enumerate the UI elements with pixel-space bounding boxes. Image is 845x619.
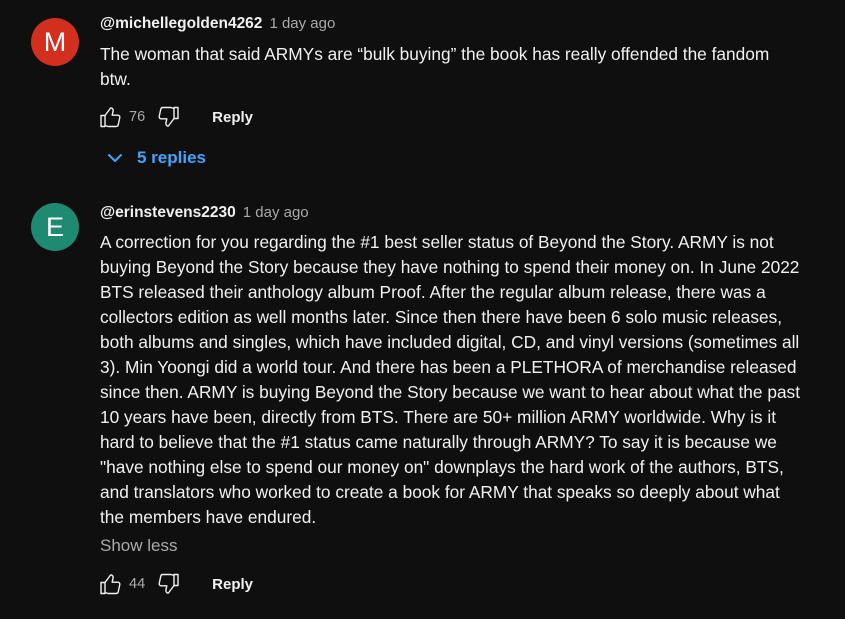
comment-text: The woman that said ARMYs are “bulk buyi… [100, 42, 830, 92]
dislike-button[interactable] [156, 104, 182, 130]
comment-text-line: btw. [100, 69, 131, 89]
comment-text-line: The woman that said ARMYs are “bulk buyi… [100, 44, 770, 64]
comment-text-line: buying Beyond the Story because they hav… [100, 257, 800, 277]
thumbs-down-icon [158, 573, 179, 594]
comment-text-line: and translators who worked to create a b… [100, 482, 780, 502]
timestamp[interactable]: 1 day ago [269, 15, 335, 32]
author-name[interactable]: @michellegolden4262 [100, 15, 262, 33]
thumbs-up-icon [100, 107, 121, 128]
dislike-button[interactable] [156, 571, 182, 597]
comment-text-line: A correction for you regarding the #1 be… [100, 232, 774, 252]
comment-text-line: collectors edition as well months later.… [100, 307, 783, 327]
comment-text-line: 10 years have been, directly from BTS. T… [100, 407, 777, 427]
like-button[interactable] [97, 571, 123, 597]
comment-text-line: 3). Min Yoongi did a world tour. And the… [100, 357, 797, 377]
timestamp[interactable]: 1 day ago [243, 204, 309, 221]
comment-text-line: both albums and singles, which have incl… [100, 332, 800, 352]
like-count: 44 [129, 576, 146, 592]
comment-text-line: since then. ARMY is buying Beyond the St… [100, 382, 800, 402]
comment-actions: 44 Reply [97, 571, 253, 597]
reply-button[interactable]: Reply [212, 576, 253, 593]
like-button[interactable] [97, 104, 123, 130]
comment-header: @erinstevens2230 1 day ago [100, 204, 309, 222]
comment-text-line: "have nothing else to spend our money on… [100, 457, 784, 477]
like-count: 76 [129, 109, 146, 125]
author-name[interactable]: @erinstevens2230 [100, 204, 236, 222]
comment-header: @michellegolden4262 1 day ago [100, 15, 335, 33]
avatar[interactable]: M [31, 18, 79, 66]
replies-count-label: 5 replies [137, 148, 206, 167]
chevron-down-icon [108, 154, 122, 162]
comment-actions: 76 Reply [97, 104, 253, 130]
comment-text-line: BTS released their anthology album Proof… [100, 282, 766, 302]
avatar[interactable]: E [31, 203, 79, 251]
comment-text-line: the members have endured. [100, 507, 317, 527]
thumbs-down-icon [158, 106, 179, 127]
comment-text: A correction for you regarding the #1 be… [100, 230, 830, 530]
show-less-button[interactable]: Show less [100, 536, 177, 556]
comment-text-line: hard to believe that the #1 status came … [100, 432, 777, 452]
view-replies-button[interactable]: 5 replies [106, 148, 206, 168]
thumbs-up-icon [100, 574, 121, 595]
reply-button[interactable]: Reply [212, 109, 253, 126]
